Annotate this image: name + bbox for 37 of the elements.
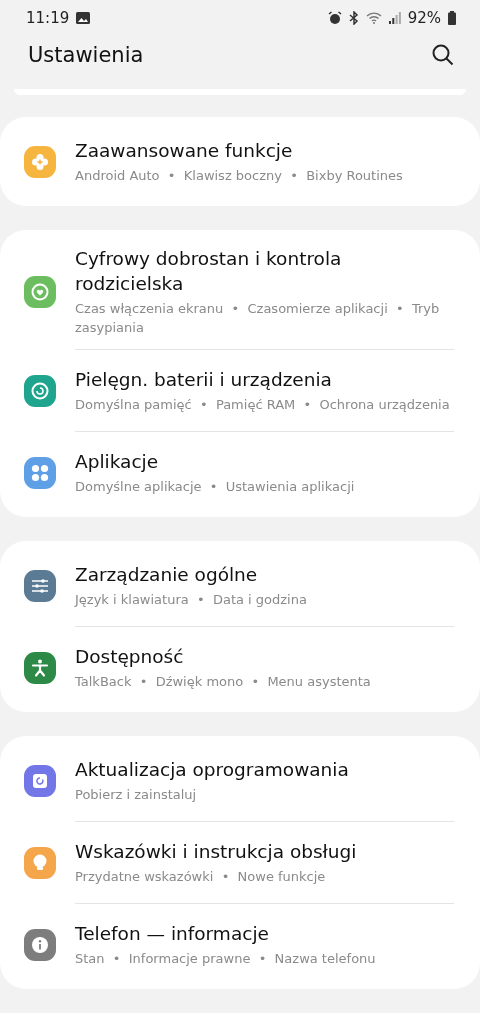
- item-subtitle: Domyślne aplikacje • Ustawienia aplikacji: [75, 478, 355, 496]
- item-subtitle: Domyślna pamięć • Pamięć RAM • Ochrona urządzenia: [75, 396, 450, 414]
- item-subtitle: Pobierz i zainstaluj: [75, 786, 198, 804]
- item-title: Dostępność: [75, 645, 185, 669]
- item-subtitle: TalkBack • Dźwięk mono • Menu asystenta: [75, 673, 371, 691]
- page-title: Ustawienia: [28, 43, 144, 67]
- item-subtitle: Android Auto • Klawisz boczny • Bixby Routines: [75, 167, 403, 185]
- item-subtitle: Stan • Informacje prawne • Nazwa telefonu: [75, 950, 376, 968]
- status-time: 11:19: [26, 8, 70, 27]
- settings-item[interactable]: Wskazówki i instrukcja obsługi Przydatne wskazówki • Nowe funkcje: [0, 822, 480, 903]
- settings-item[interactable]: Zarządzanie ogólne Język i klawiatura • Data i godzina: [0, 545, 480, 626]
- item-title: Cyfrowy dobrostan i kontrola rodzicielska: [75, 247, 343, 296]
- settings-item[interactable]: Aktualizacja oprogramowania Pobierz i zainstaluj: [0, 740, 480, 821]
- settings-item[interactable]: Dostępność TalkBack • Dźwięk mono • Menu asystenta: [0, 627, 480, 708]
- item-title: Wskazówki i instrukcja obsługi: [75, 840, 357, 864]
- settings-item[interactable]: Aplikacje Domyślne aplikacje • Ustawienia aplikacji: [0, 432, 480, 513]
- gallery-icon: [76, 11, 91, 24]
- settings-item[interactable]: Pielęgn. baterii i urządzenia Domyślna pamięć • Pamięć RAM • Ochrona urządzenia: [0, 350, 480, 431]
- item-title: Zaawansowane funkcje: [75, 139, 294, 163]
- settings-item[interactable]: Cyfrowy dobrostan i kontrola rodzicielska Czas włączenia ekranu • Czasomierze aplikacji • Tryb zasypiania: [0, 234, 480, 349]
- item-title: Aplikacje: [75, 450, 160, 474]
- battery-icon: [448, 10, 456, 25]
- settings-item[interactable]: Zaawansowane funkcje Android Auto • Klawisz boczny • Bixby Routines: [0, 121, 480, 202]
- battery-percent: 92%: [407, 8, 441, 27]
- signal-icon: [388, 11, 401, 25]
- item-subtitle: Czas włączenia ekranu • Czasomierze aplikacji • Tryb zasypiania: [75, 300, 441, 337]
- item-title: Telefon — informacje: [75, 922, 270, 946]
- bluetooth-icon: [348, 10, 359, 25]
- item-title: Aktualizacja oprogramowania: [75, 758, 349, 782]
- alarm-icon: [327, 10, 342, 25]
- item-subtitle: Język i klawiatura • Data i godzina: [75, 591, 307, 609]
- item-subtitle: Przydatne wskazówki • Nowe funkcje: [75, 868, 327, 886]
- item-title: Pielęgn. baterii i urządzenia: [75, 368, 333, 392]
- wifi-icon: [365, 11, 382, 25]
- settings-item[interactable]: Telefon — informacje Stan • Informacje prawne • Nazwa telefonu: [0, 904, 480, 985]
- item-title: Zarządzanie ogólne: [75, 563, 259, 587]
- search-icon[interactable]: [432, 44, 454, 66]
